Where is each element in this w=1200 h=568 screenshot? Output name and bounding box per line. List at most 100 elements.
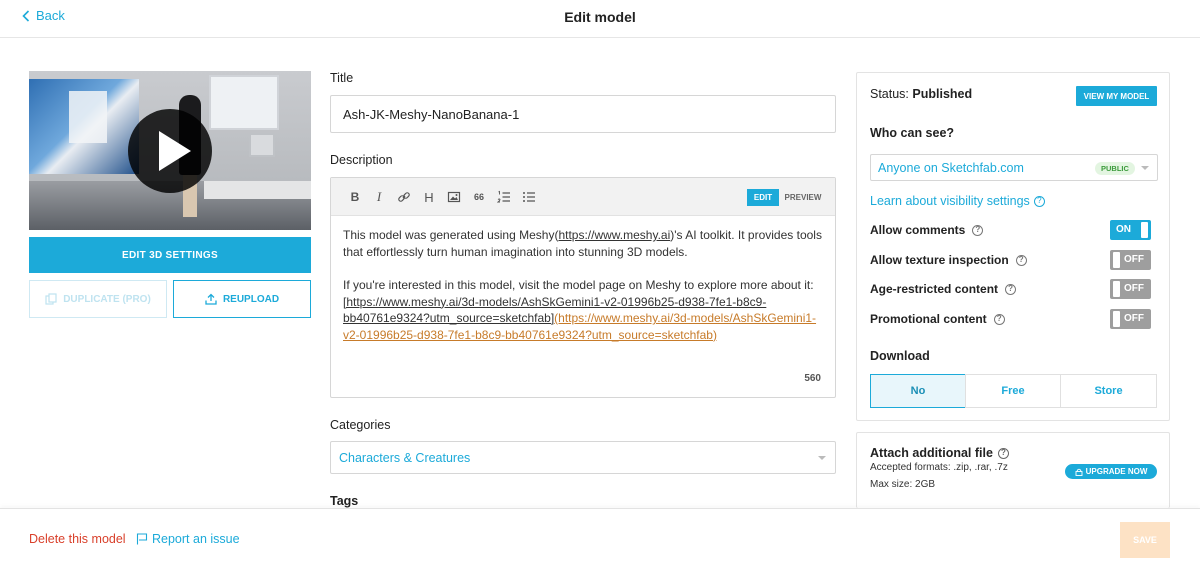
option-label-wrap: Allow comments? bbox=[870, 223, 984, 237]
heading-icon[interactable]: H bbox=[421, 189, 437, 205]
option-allow-texture-inspection: Allow texture inspection? OFF bbox=[870, 250, 1158, 270]
description-link[interactable]: https://www.meshy.ai bbox=[558, 228, 670, 242]
option-allow-comments: Allow comments? ON bbox=[870, 220, 1158, 240]
download-label: Download bbox=[870, 349, 930, 363]
bold-icon[interactable]: B bbox=[347, 189, 363, 205]
chevron-down-icon bbox=[1141, 166, 1149, 170]
toggle-knob bbox=[1113, 252, 1120, 268]
option-promotional-content: Promotional content? OFF bbox=[870, 309, 1158, 329]
option-label: Allow comments bbox=[870, 223, 966, 237]
save-button[interactable]: SAVE bbox=[1120, 522, 1170, 558]
lock-icon bbox=[1075, 468, 1083, 476]
header: Back Edit model bbox=[0, 0, 1200, 38]
toggle-knob bbox=[1113, 311, 1120, 327]
age-restricted-toggle[interactable]: OFF bbox=[1110, 279, 1151, 299]
toggle-state: OFF bbox=[1124, 254, 1144, 265]
categories-label: Categories bbox=[330, 418, 391, 432]
reupload-label: REUPLOAD bbox=[222, 293, 280, 305]
categories-select[interactable]: Characters & Creatures bbox=[330, 441, 836, 474]
attach-max-size: Max size: 2GB bbox=[870, 479, 936, 490]
upgrade-label: UPGRADE NOW bbox=[1085, 467, 1148, 476]
report-issue-link[interactable]: Report an issue bbox=[136, 532, 240, 546]
toggle-state: OFF bbox=[1124, 283, 1144, 294]
help-icon: ? bbox=[1033, 195, 1045, 207]
allow-texture-inspection-toggle[interactable]: OFF bbox=[1110, 250, 1151, 270]
allow-comments-toggle[interactable]: ON bbox=[1110, 220, 1151, 240]
promotional-content-toggle[interactable]: OFF bbox=[1110, 309, 1151, 329]
duplicate-button: DUPLICATE (PRO) bbox=[29, 280, 167, 318]
option-label-wrap: Allow texture inspection? bbox=[870, 253, 1027, 267]
character-count: 560 bbox=[804, 373, 821, 384]
attach-title: Attach additional file ? bbox=[870, 446, 1009, 460]
quote-icon[interactable]: 66 bbox=[471, 189, 487, 205]
learn-visibility-link[interactable]: Learn about visibility settings ? bbox=[870, 194, 1045, 208]
attach-file-panel: Attach additional file ? Accepted format… bbox=[856, 432, 1170, 508]
italic-icon[interactable]: I bbox=[371, 189, 387, 205]
duplicate-icon bbox=[45, 293, 57, 305]
ordered-list-icon[interactable] bbox=[496, 189, 512, 205]
help-icon[interactable]: ? bbox=[993, 313, 1005, 325]
option-label-wrap: Age-restricted content? bbox=[870, 282, 1017, 296]
who-can-see-label: Who can see? bbox=[870, 126, 955, 140]
description-textarea[interactable]: This model was generated using Meshy(htt… bbox=[343, 227, 825, 360]
description-text: This model was generated using Meshy( bbox=[343, 228, 559, 242]
reupload-button[interactable]: REUPLOAD bbox=[173, 280, 311, 318]
attach-formats: Accepted formats: .zip, .rar, .7z bbox=[870, 462, 1008, 473]
description-paragraph: This model was generated using Meshy(htt… bbox=[343, 227, 825, 260]
toggle-knob bbox=[1113, 281, 1120, 297]
upload-icon bbox=[205, 293, 217, 305]
thumbnail-desk bbox=[204, 181, 311, 199]
help-icon[interactable]: ? bbox=[997, 447, 1009, 459]
attach-title-text: Attach additional file bbox=[870, 446, 993, 460]
description-text: If you're interested in this model, visi… bbox=[343, 278, 814, 292]
thumbnail-window bbox=[209, 75, 279, 130]
option-label-wrap: Promotional content? bbox=[870, 312, 1005, 326]
image-icon[interactable] bbox=[446, 189, 462, 205]
status-badge: Published bbox=[912, 87, 973, 101]
download-option-free[interactable]: Free bbox=[965, 374, 1061, 408]
toggle-knob bbox=[1141, 222, 1148, 238]
status-text: Status: Published bbox=[870, 87, 972, 101]
editor-mode-preview-tab[interactable]: PREVIEW bbox=[781, 189, 825, 206]
tags-label: Tags bbox=[330, 494, 359, 508]
description-paragraph: If you're interested in this model, visi… bbox=[343, 277, 825, 343]
model-thumbnail[interactable] bbox=[29, 71, 311, 230]
editor-mode-edit-tab[interactable]: EDIT bbox=[747, 189, 779, 206]
duplicate-label: DUPLICATE (PRO) bbox=[63, 293, 151, 305]
status-prefix: Status: bbox=[870, 87, 913, 101]
upgrade-now-button[interactable]: UPGRADE NOW bbox=[1065, 464, 1157, 479]
description-label: Description bbox=[330, 153, 393, 167]
editor-toolbar: B I H 66 EDIT PREVIEW bbox=[331, 178, 835, 216]
thumbnail-monitor bbox=[249, 133, 275, 157]
publish-settings-panel: Status: Published VIEW MY MODEL Who can … bbox=[856, 72, 1170, 421]
learn-visibility-label: Learn about visibility settings bbox=[870, 194, 1030, 208]
delete-model-link[interactable]: Delete this model bbox=[29, 532, 126, 546]
option-label: Promotional content bbox=[870, 312, 987, 326]
help-icon[interactable]: ? bbox=[1005, 283, 1017, 295]
footer-bar: Delete this model Report an issue SAVE bbox=[0, 508, 1200, 568]
download-option-no[interactable]: No bbox=[870, 374, 966, 408]
option-label: Allow texture inspection bbox=[870, 253, 1009, 267]
description-editor: B I H 66 EDIT PREVIEW This model was gen… bbox=[330, 177, 836, 398]
play-icon[interactable] bbox=[128, 109, 212, 193]
unordered-list-icon[interactable] bbox=[521, 189, 537, 205]
page-title: Edit model bbox=[564, 9, 636, 25]
visibility-select[interactable]: Anyone on Sketchfab.com PUBLIC bbox=[870, 154, 1158, 181]
option-age-restricted: Age-restricted content? OFF bbox=[870, 279, 1158, 299]
categories-value: Characters & Creatures bbox=[339, 450, 471, 465]
title-label: Title bbox=[330, 71, 354, 85]
help-icon[interactable]: ? bbox=[1015, 254, 1027, 266]
edit-3d-settings-button[interactable]: EDIT 3D SETTINGS bbox=[29, 237, 311, 273]
help-icon[interactable]: ? bbox=[972, 224, 984, 236]
chevron-down-icon bbox=[818, 456, 826, 460]
download-option-store[interactable]: Store bbox=[1060, 374, 1157, 408]
link-icon[interactable] bbox=[396, 189, 412, 205]
title-input[interactable] bbox=[330, 95, 836, 133]
toggle-state: OFF bbox=[1124, 313, 1144, 324]
view-my-model-button[interactable]: VIEW MY MODEL bbox=[1076, 86, 1157, 106]
toggle-state: ON bbox=[1116, 224, 1131, 235]
visibility-value: Anyone on Sketchfab.com bbox=[878, 160, 1024, 175]
report-label: Report an issue bbox=[152, 532, 240, 546]
flag-icon bbox=[136, 533, 148, 545]
option-label: Age-restricted content bbox=[870, 282, 999, 296]
